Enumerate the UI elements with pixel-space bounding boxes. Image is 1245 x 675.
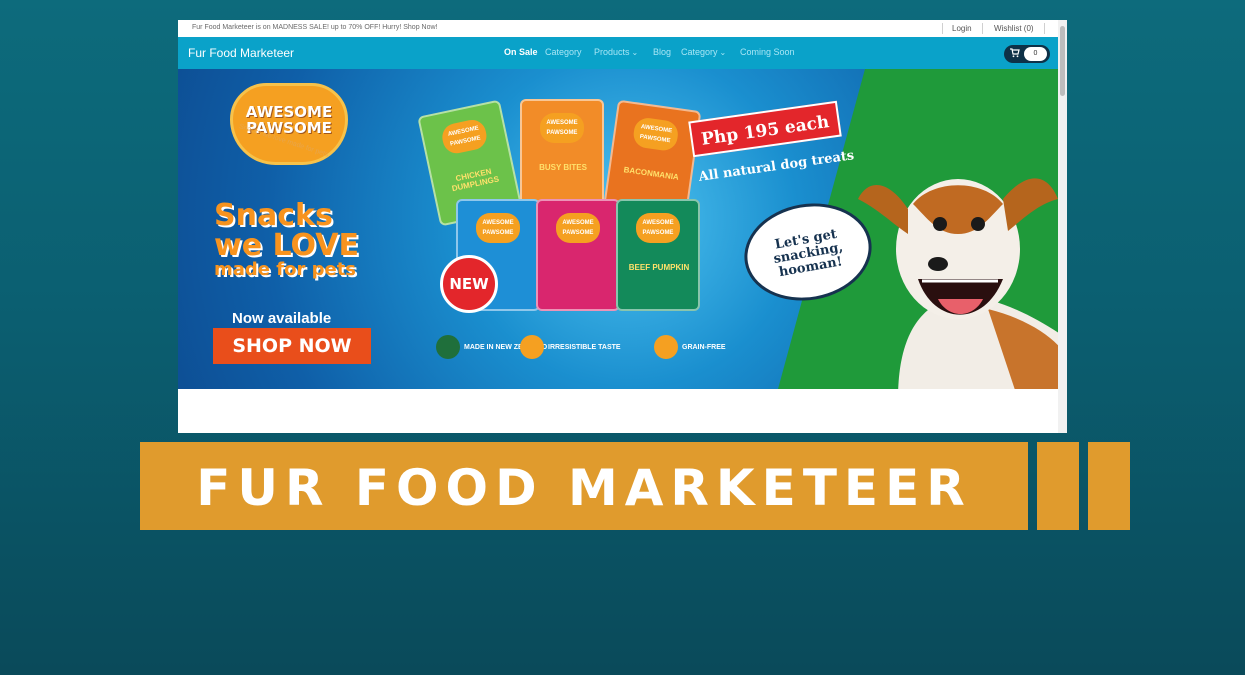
hero-banner[interactable]: AWESOME PAWSOME Snacks we love made for p… xyxy=(178,69,1058,389)
scrollbar-thumb[interactable] xyxy=(1060,26,1065,96)
pack-logo: AWESOME PAWSOME xyxy=(476,213,520,243)
nav-coming-soon[interactable]: Coming Soon xyxy=(740,47,795,57)
main-navbar: Fur Food Marketeer On Sale Category Prod… xyxy=(178,37,1058,69)
hero-tagline: Snacks we LOVE made for pets xyxy=(214,201,384,279)
grain-free-icon xyxy=(654,335,678,359)
nav-label: On Sale xyxy=(504,47,538,57)
tagline-line2: we LOVE xyxy=(214,228,359,263)
pack-name: BACONMANIA xyxy=(623,165,680,182)
nav-category-dropdown[interactable]: Category ⌄ xyxy=(681,47,726,57)
pack-logo: AWESOME PAWSOME xyxy=(540,113,584,143)
now-available-text: Now available xyxy=(232,310,332,327)
banner-title: FUR FOOD MARKETEER xyxy=(196,459,972,517)
nav-label: Coming Soon xyxy=(740,47,795,57)
fern-icon xyxy=(436,335,460,359)
title-banner: FUR FOOD MARKETEER xyxy=(140,442,1028,530)
cart-button[interactable]: 0 xyxy=(1004,45,1050,63)
shopping-cart-icon xyxy=(1010,48,1020,61)
divider xyxy=(942,23,943,34)
divider xyxy=(1044,23,1045,34)
product-pack[interactable]: AWESOME PAWSOME BEEF PUMPKIN xyxy=(616,199,700,311)
feature-label: IRRESISTIBLE TASTE xyxy=(548,343,621,351)
website-screenshot: Fur Food Marketeer is on MADNESS SALE! u… xyxy=(178,20,1067,433)
nav-label: Category xyxy=(545,47,582,57)
product-pack[interactable]: AWESOME PAWSOME xyxy=(536,199,620,311)
nav-label: Blog xyxy=(653,47,672,57)
pack-logo: AWESOME PAWSOME xyxy=(631,116,680,153)
nav-label: Products xyxy=(594,47,630,57)
pack-name: CHICKEN DUMPLINGS xyxy=(451,166,500,194)
promo-text: Fur Food Marketeer is on MADNESS SALE! u… xyxy=(192,24,438,31)
pack-logo: AWESOME PAWSOME xyxy=(556,213,600,243)
pack-name: BUSY BITES xyxy=(539,163,587,172)
wishlist-link[interactable]: Wishlist (0) xyxy=(994,24,1034,33)
login-link[interactable]: Login xyxy=(952,24,972,33)
taste-icon xyxy=(520,335,544,359)
pack-name: BEEF PUMPKIN xyxy=(628,263,690,272)
chevron-down-icon: ⌄ xyxy=(719,48,727,57)
new-badge: NEW xyxy=(440,255,498,313)
pack-logo: AWESOME PAWSOME xyxy=(636,213,680,243)
site-brand[interactable]: Fur Food Marketeer xyxy=(188,46,294,60)
nav-label: Category xyxy=(681,47,718,57)
product-pack[interactable]: AWESOME PAWSOME BUSY BITES xyxy=(520,99,604,211)
dog-image xyxy=(858,178,1058,389)
decorative-bar xyxy=(1088,442,1130,530)
decorative-bar xyxy=(1037,442,1079,530)
nav-blog[interactable]: Blog xyxy=(653,47,671,57)
chevron-down-icon: ⌄ xyxy=(631,48,639,57)
feature-label: GRAIN-FREE xyxy=(682,343,726,351)
tagline-line1: Snacks xyxy=(214,198,333,233)
cart-count: 0 xyxy=(1024,47,1047,61)
tagline-line3: made for pets xyxy=(214,259,357,280)
feature-irresistible-taste: IRRESISTIBLE TASTE xyxy=(520,335,621,361)
nav-category[interactable]: Category xyxy=(545,47,582,57)
page-content-area xyxy=(178,389,1058,433)
pack-logo: AWESOME PAWSOME xyxy=(439,117,490,156)
promo-topbar: Fur Food Marketeer is on MADNESS SALE! u… xyxy=(178,20,1058,37)
feature-grain-free: GRAIN-FREE xyxy=(654,335,726,361)
shop-now-button[interactable]: SHOP NOW xyxy=(213,328,371,364)
nav-products[interactable]: Products ⌄ xyxy=(594,47,638,57)
nav-on-sale[interactable]: On Sale xyxy=(504,47,538,57)
divider xyxy=(982,23,983,34)
